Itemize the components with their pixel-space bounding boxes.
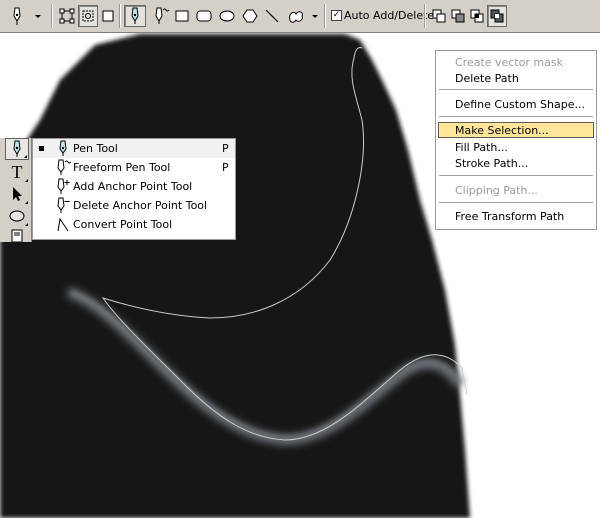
tool-group-indicator [25,179,28,182]
fill-pixels-button[interactable] [99,5,117,27]
menu-item-label: Define Custom Shape... [455,98,585,111]
menu-item-create-vector-mask[interactable]: Create vector mask [438,54,594,70]
rounded-rectangle-button[interactable] [194,5,214,27]
flyout-item-label: Freeform Pen Tool [73,161,171,174]
flyout-item-freeform-pen-tool[interactable]: Freeform Pen Tool P [33,158,235,177]
fill-pixels-icon [102,10,114,22]
flyout-item-label: Add Anchor Point Tool [73,180,193,193]
add-anchor-point-icon [57,178,70,194]
auto-add-delete-checkbox[interactable]: ✓ [331,10,342,21]
toolbar-separator [324,4,326,28]
exclude-overlapping-path-areas-icon [490,9,504,23]
pen-tool-icon [13,140,21,157]
pen-icon [131,7,139,24]
ellipse-button[interactable] [217,5,237,27]
menu-item-label: Delete Path [455,72,519,85]
menu-item-label: Stroke Path... [455,157,529,170]
menu-separator [439,175,593,176]
menu-item-make-selection[interactable]: Make Selection... [438,122,594,138]
notes-tool-button[interactable] [5,228,29,242]
custom-shape-icon [289,11,318,23]
custom-shape-button[interactable] [285,5,321,27]
flyout-item-delete-anchor-point-tool[interactable]: Delete Anchor Point Tool [33,196,235,215]
subtract-from-path-area-button[interactable] [449,5,467,27]
path-context-menu: Create vector mask Delete Path Define Cu… [435,50,597,230]
menu-separator [439,116,593,117]
shape-tool-button[interactable] [5,205,29,227]
dark-shape [0,34,470,518]
menu-item-free-transform-path[interactable]: Free Transform Path [438,208,594,224]
toolbar-separator [119,4,121,28]
rounded-rectangle-icon [196,10,212,22]
type-tool-button[interactable]: T [5,161,29,183]
rectangle-icon [175,10,189,22]
flyout-item-convert-point-tool[interactable]: Convert Point Tool [33,215,235,234]
ellipse-icon [219,10,235,22]
path-selection-button[interactable] [5,183,29,205]
intersect-path-areas-button[interactable] [468,5,486,27]
selected-bullet [39,146,44,151]
flyout-item-label: Pen Tool [73,142,118,155]
menu-separator [439,202,593,203]
toolbar-separator [51,4,53,28]
convert-point-icon [57,217,69,232]
notes-icon [11,229,23,242]
menu-item-label: Make Selection... [455,124,549,137]
options-bar: ✓ Auto Add/Delete [0,0,600,33]
tool-preset-picker[interactable] [6,5,44,27]
menu-item-clipping-path[interactable]: Clipping Path... [438,182,594,198]
menu-item-delete-path[interactable]: Delete Path [438,70,594,86]
flyout-item-shortcut: P [222,142,229,155]
flyout-item-label: Convert Point Tool [73,218,173,231]
toolbox: T [0,138,32,242]
tool-group-indicator [25,201,28,204]
path-selection-icon [13,187,22,201]
freeform-pen-button[interactable] [150,5,172,27]
tool-group-indicator [24,155,27,158]
paths-icon [82,10,94,22]
line-button[interactable] [262,5,282,27]
pen-tool-preset-icon [13,7,41,25]
pen-icon [59,140,67,156]
menu-item-label: Free Transform Path [455,210,565,223]
rectangle-button[interactable] [173,5,191,27]
menu-item-fill-path[interactable]: Fill Path... [438,139,594,155]
auto-add-delete-label: Auto Add/Delete [344,9,435,22]
polygon-button[interactable] [240,5,260,27]
subtract-from-path-area-icon [451,9,465,23]
toolbar-separator [424,4,426,28]
add-to-path-area-button[interactable] [430,5,448,27]
pen-tool-button[interactable] [5,138,29,160]
shape-layers-button[interactable] [57,5,77,27]
menu-item-define-custom-shape[interactable]: Define Custom Shape... [438,96,594,112]
flyout-item-pen-tool[interactable]: Pen Tool P [33,139,235,158]
flyout-item-add-anchor-point-tool[interactable]: Add Anchor Point Tool [33,177,235,196]
delete-anchor-point-icon [57,197,70,213]
pen-button[interactable] [124,5,146,27]
ellipse-shape-icon [9,210,25,222]
flyout-item-shortcut: P [222,161,229,174]
paths-button[interactable] [78,5,98,27]
freeform-pen-icon [57,159,71,175]
pen-tool-flyout-menu: Pen Tool P Freeform Pen Tool P Add Ancho… [32,138,236,240]
line-icon [265,9,279,23]
menu-item-stroke-path[interactable]: Stroke Path... [438,155,594,171]
add-to-path-area-icon [432,9,446,23]
flyout-item-label: Delete Anchor Point Tool [73,199,208,212]
menu-item-label: Fill Path... [455,141,508,154]
tool-group-indicator [25,223,28,226]
polygon-icon [242,9,258,23]
type-tool-icon: T [11,161,23,182]
intersect-path-areas-icon [470,9,484,23]
freeform-pen-icon [155,7,170,24]
shape-layers-icon [59,8,75,24]
menu-item-label: Clipping Path... [455,184,538,197]
menu-item-label: Create vector mask [455,56,563,69]
menu-separator [439,89,593,90]
exclude-overlapping-path-areas-button[interactable] [487,5,507,27]
